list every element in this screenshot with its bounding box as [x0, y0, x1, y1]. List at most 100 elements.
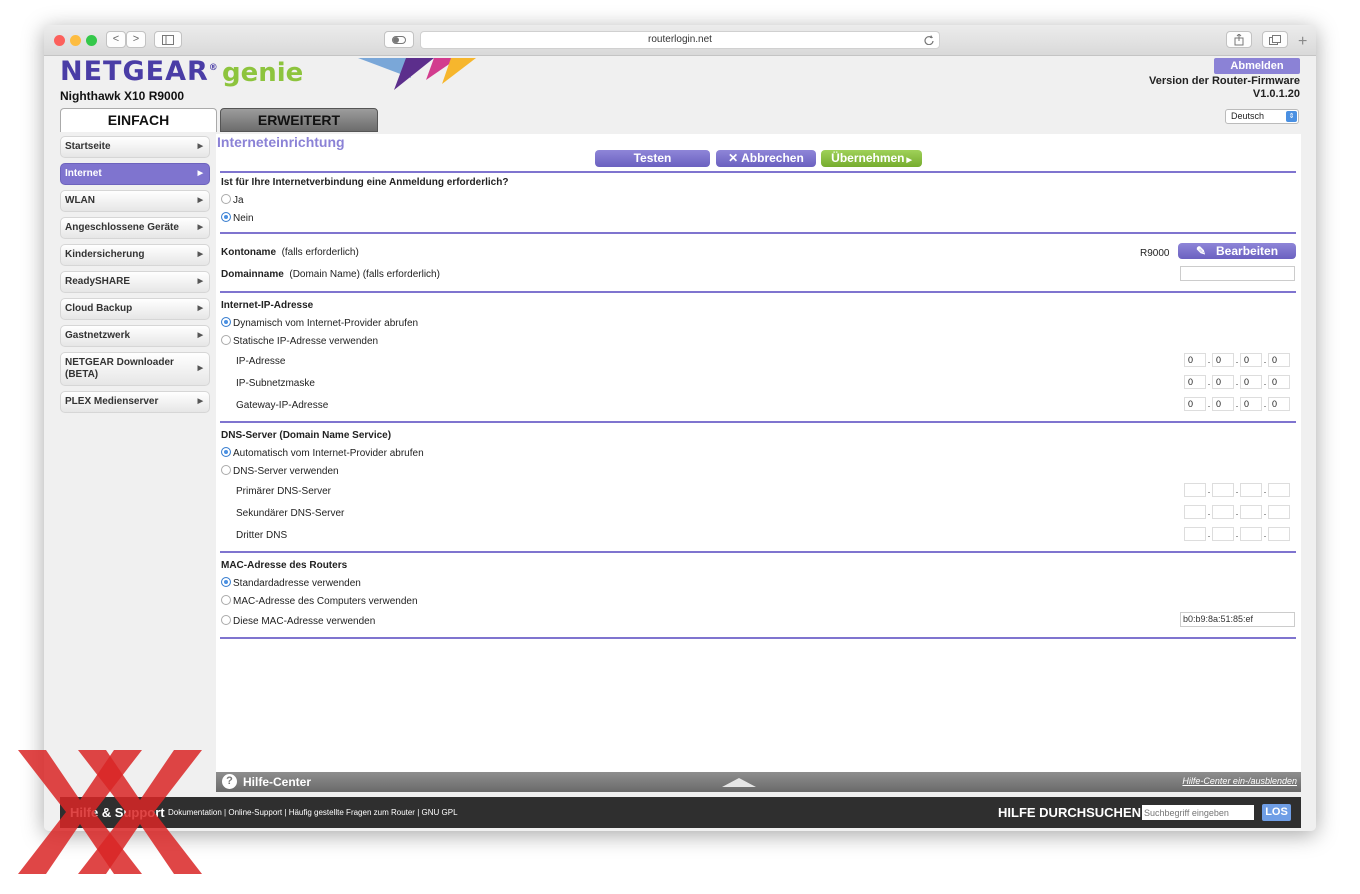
cancel-label: Abbrechen [741, 151, 804, 165]
sidebar-item-parental[interactable]: Kindersicherung ▶ [60, 244, 210, 266]
radio-label: MAC-Adresse des Computers verwenden [233, 596, 418, 607]
tabs-overview-button[interactable] [1262, 31, 1288, 48]
sidebar-item-guest[interactable]: Gastnetzwerk ▶ [60, 325, 210, 347]
chevron-right-icon: ▶ [197, 398, 203, 405]
sidebar-item-label: Startseite [65, 141, 111, 152]
router-page: NETGEAR® genie Nighthawk X10 R9000 EINFA… [44, 56, 1316, 831]
login-yes-radio[interactable]: Ja [221, 194, 244, 206]
watermark-logo [18, 750, 202, 874]
url-text: routerlogin.net [648, 34, 712, 45]
logout-button[interactable]: Abmelden [1214, 58, 1300, 74]
radio-selected-icon [221, 577, 231, 587]
browser-window: < > routerlogin.net + NETGEAR® genie Nig… [44, 25, 1316, 831]
pencil-icon: ✎ [1195, 244, 1217, 258]
ip-address-label: IP-Adresse [236, 356, 286, 367]
toggle-icon [392, 36, 406, 44]
footer-links: Dokumentation | Online-Support | Häufig … [168, 808, 458, 817]
sidebar-item-label: Angeschlossene Geräte [65, 222, 179, 233]
router-model: Nighthawk X10 R9000 [60, 89, 185, 103]
maximize-window-button[interactable] [86, 35, 97, 46]
sidebar-item-label: PLEX Medienserver [65, 396, 159, 407]
help-center-toggle-link[interactable]: Hilfe-Center ein-/ausblenden [1182, 776, 1297, 786]
mac-computer-radio[interactable]: MAC-Adresse des Computers verwenden [221, 595, 418, 607]
sidebar-item-label: Kindersicherung [65, 249, 145, 260]
radio-selected-icon [221, 317, 231, 327]
divider [220, 171, 1296, 173]
account-name-value: R9000 [1140, 248, 1170, 259]
radio-label: Automatisch vom Internet-Provider abrufe… [233, 448, 424, 459]
ip-dynamic-radio[interactable]: Dynamisch vom Internet-Provider abrufen [221, 317, 418, 329]
radio-icon [221, 194, 231, 204]
firmware-version: V1.0.1.20 [1252, 88, 1300, 100]
sidebar-item-label: ReadySHARE [65, 276, 131, 287]
mac-address-input[interactable]: b0:b9:8a:51:85:ef [1180, 612, 1295, 627]
sidebar-item-internet[interactable]: Internet ▶ [60, 163, 210, 185]
sidebar-item-downloader[interactable]: NETGEAR Downloader (BETA) ▶ [60, 352, 210, 386]
forward-button[interactable]: > [126, 31, 146, 48]
sidebar-item-label: NETGEAR Downloader (BETA) [65, 357, 174, 380]
address-bar[interactable]: routerlogin.net [420, 31, 940, 49]
expand-up-icon[interactable] [722, 777, 756, 787]
share-button[interactable] [1226, 31, 1252, 48]
language-select[interactable]: Deutsch ⇕ [1225, 109, 1299, 124]
share-icon [1234, 33, 1244, 46]
sidebar-item-label: WLAN [65, 195, 95, 206]
dns-auto-radio[interactable]: Automatisch vom Internet-Provider abrufe… [221, 447, 424, 459]
radio-selected-icon [221, 447, 231, 457]
third-dns-input[interactable]: ... [1184, 527, 1290, 541]
link-gnu-gpl[interactable]: GNU GPL [422, 808, 458, 817]
chevron-right-icon: ▶ [197, 224, 203, 231]
minimize-window-button[interactable] [70, 35, 81, 46]
test-button[interactable]: Testen [595, 150, 710, 167]
new-tab-button[interactable]: + [1298, 34, 1314, 50]
tab-erweitert[interactable]: ERWEITERT [220, 108, 378, 132]
apply-button[interactable]: Übernehmen ▶ [821, 150, 922, 167]
mac-custom-radio[interactable]: Diese MAC-Adresse verwenden [221, 615, 375, 627]
mac-default-radio[interactable]: Standardadresse verwenden [221, 577, 361, 589]
radio-label: Standardadresse verwenden [233, 578, 361, 589]
domain-name-input[interactable] [1180, 266, 1295, 281]
login-no-radio[interactable]: Nein [221, 212, 254, 224]
reload-icon[interactable] [924, 35, 934, 45]
sidebar-item-wlan[interactable]: WLAN ▶ [60, 190, 210, 212]
sidebar-toggle-button[interactable] [154, 31, 182, 48]
help-icon[interactable]: ? [222, 774, 237, 789]
radio-label: Nein [233, 213, 254, 224]
edit-button[interactable]: ✎ Bearbeiten [1178, 243, 1296, 259]
reader-toggle-button[interactable] [384, 31, 414, 48]
radio-label: Diese MAC-Adresse verwenden [233, 616, 376, 627]
search-go-button[interactable]: LOS [1262, 804, 1291, 821]
dns-manual-radio[interactable]: DNS-Server verwenden [221, 465, 339, 477]
chevron-right-icon: ▶ [197, 305, 203, 312]
secondary-dns-input[interactable]: ... [1184, 505, 1290, 519]
ip-static-radio[interactable]: Statische IP-Adresse verwenden [221, 335, 378, 347]
radio-icon [221, 335, 231, 345]
close-window-button[interactable] [54, 35, 65, 46]
sidebar-item-label: Gastnetzwerk [65, 330, 131, 341]
help-search-input[interactable] [1142, 805, 1254, 820]
link-faq[interactable]: Häufig gestellte Fragen zum Router [289, 808, 415, 817]
sidebar-item-startseite[interactable]: Startseite ▶ [60, 136, 210, 158]
sidebar-item-plex[interactable]: PLEX Medienserver ▶ [60, 391, 210, 413]
gateway-label: Gateway-IP-Adresse [236, 400, 329, 411]
back-button[interactable]: < [106, 31, 126, 48]
primary-dns-input[interactable]: ... [1184, 483, 1290, 497]
sidebar-item-cloud-backup[interactable]: Cloud Backup ▶ [60, 298, 210, 320]
account-name-row: Kontoname (falls erforderlich) [221, 247, 359, 258]
help-center-bar: ? Hilfe-Center Hilfe-Center ein-/ausblen… [216, 772, 1301, 792]
footer: Hilfe & Support Dokumentation | Online-S… [60, 797, 1301, 828]
sidebar-item-devices[interactable]: Angeschlossene Geräte ▶ [60, 217, 210, 239]
chevron-right-icon: ▶ [197, 170, 203, 177]
arrow-right-icon: ▶ [904, 157, 912, 164]
tab-einfach[interactable]: EINFACH [60, 108, 217, 132]
subnet-mask-input[interactable]: 0.0.0.0 [1184, 375, 1290, 389]
ip-address-input[interactable]: 0.0.0.0 [1184, 353, 1290, 367]
gateway-input[interactable]: 0.0.0.0 [1184, 397, 1290, 411]
apply-label: Übernehmen [831, 151, 905, 165]
link-online-support[interactable]: Online-Support [228, 808, 282, 817]
browser-titlebar: < > routerlogin.net + [44, 25, 1316, 56]
chevron-right-icon: ▶ [197, 278, 203, 285]
sidebar-item-readyshare[interactable]: ReadySHARE ▶ [60, 271, 210, 293]
cancel-button[interactable]: ✕ Abbrechen [716, 150, 816, 167]
chevron-right-icon: ▶ [197, 251, 203, 258]
